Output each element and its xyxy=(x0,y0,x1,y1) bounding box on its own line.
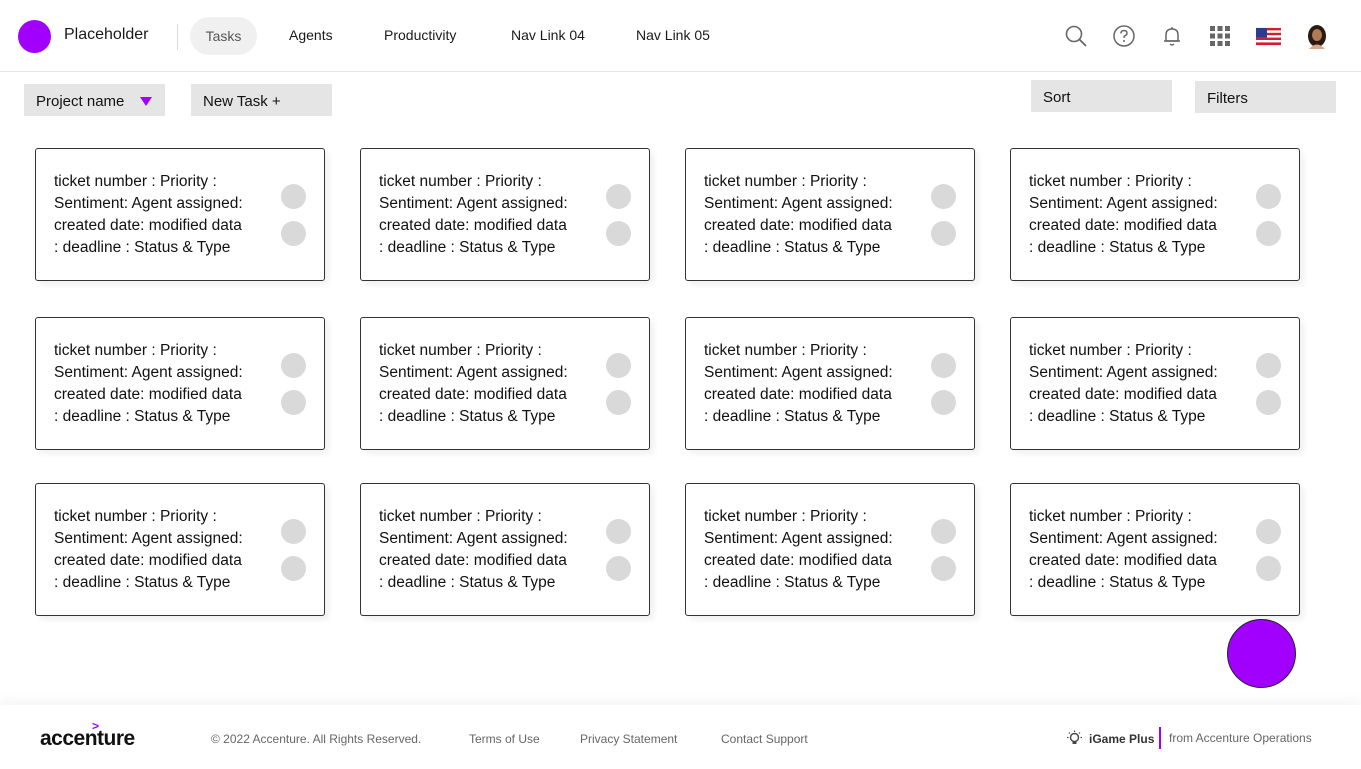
task-card-details: ticket number : Priority : Sentiment: Ag… xyxy=(54,173,243,256)
project-name-label: Project name xyxy=(36,93,125,110)
filters-button[interactable]: Filters xyxy=(1195,81,1336,113)
task-card[interactable]: ticket number : Priority : Sentiment: Ag… xyxy=(685,148,975,281)
task-card-details: ticket number : Priority : Sentiment: Ag… xyxy=(54,508,243,591)
card-action-dot[interactable] xyxy=(1256,556,1281,581)
nav-link-tasks[interactable]: Tasks xyxy=(190,17,257,55)
card-action-dot[interactable] xyxy=(931,221,956,246)
sort-label: Sort xyxy=(1043,89,1071,106)
from-accenture-operations: from Accenture Operations xyxy=(1169,731,1312,745)
nav-link-tasks-label: Tasks xyxy=(205,28,242,44)
card-action-dot[interactable] xyxy=(281,353,306,378)
task-card[interactable]: ticket number : Priority : Sentiment: Ag… xyxy=(360,483,650,616)
top-navigation-bar: Placeholder Tasks Agents Productivity Na… xyxy=(0,0,1361,72)
card-action-dot[interactable] xyxy=(281,390,306,415)
copyright-text: © 2022 Accenture. All Rights Reserved. xyxy=(211,732,422,746)
card-action-dot[interactable] xyxy=(281,519,306,544)
us-flag-icon[interactable] xyxy=(1256,24,1281,48)
sort-button[interactable]: Sort xyxy=(1031,80,1172,112)
task-card[interactable]: ticket number : Priority : Sentiment: Ag… xyxy=(360,148,650,281)
card-action-dot[interactable] xyxy=(606,390,631,415)
card-action-dot[interactable] xyxy=(1256,221,1281,246)
task-card[interactable]: ticket number : Priority : Sentiment: Ag… xyxy=(1010,317,1300,450)
terms-of-use-link[interactable]: Terms of Use xyxy=(469,732,540,746)
task-card[interactable]: ticket number : Priority : Sentiment: Ag… xyxy=(685,317,975,450)
task-card-details: ticket number : Priority : Sentiment: Ag… xyxy=(704,508,893,591)
lightbulb-icon xyxy=(1066,730,1083,752)
card-action-dot[interactable] xyxy=(606,519,631,544)
card-action-dot[interactable] xyxy=(606,221,631,246)
card-action-dot[interactable] xyxy=(931,556,956,581)
nav-link-agents[interactable]: Agents xyxy=(289,27,333,43)
task-card[interactable]: ticket number : Priority : Sentiment: Ag… xyxy=(35,148,325,281)
task-card-details: ticket number : Priority : Sentiment: Ag… xyxy=(1029,342,1218,425)
task-card-details: ticket number : Priority : Sentiment: Ag… xyxy=(379,342,568,425)
card-action-dot[interactable] xyxy=(1256,519,1281,544)
card-action-dot[interactable] xyxy=(1256,390,1281,415)
brand-name: Placeholder xyxy=(64,26,149,43)
new-task-label: New Task + xyxy=(203,93,281,110)
card-action-dot[interactable] xyxy=(931,184,956,209)
new-task-button[interactable]: New Task + xyxy=(191,84,332,116)
footer-divider xyxy=(1159,727,1161,749)
task-card[interactable]: ticket number : Priority : Sentiment: Ag… xyxy=(35,483,325,616)
task-card-details: ticket number : Priority : Sentiment: Ag… xyxy=(379,508,568,591)
search-icon[interactable] xyxy=(1064,24,1088,48)
nav-link-05[interactable]: Nav Link 05 xyxy=(636,27,710,43)
card-action-dot[interactable] xyxy=(931,519,956,544)
task-card[interactable]: ticket number : Priority : Sentiment: Ag… xyxy=(35,317,325,450)
help-icon[interactable] xyxy=(1112,24,1136,48)
floating-action-button[interactable] xyxy=(1227,619,1296,688)
card-action-dot[interactable] xyxy=(1256,353,1281,378)
project-name-dropdown[interactable]: Project name xyxy=(24,84,165,116)
card-action-dot[interactable] xyxy=(606,556,631,581)
card-action-dot[interactable] xyxy=(606,353,631,378)
task-card-details: ticket number : Priority : Sentiment: Ag… xyxy=(54,342,243,425)
task-card-details: ticket number : Priority : Sentiment: Ag… xyxy=(1029,173,1218,256)
page-footer: > accenture © 2022 Accenture. All Rights… xyxy=(0,705,1361,769)
task-card-details: ticket number : Priority : Sentiment: Ag… xyxy=(379,173,568,256)
task-card-details: ticket number : Priority : Sentiment: Ag… xyxy=(1029,508,1218,591)
nav-link-productivity[interactable]: Productivity xyxy=(384,27,456,43)
brand-logo[interactable] xyxy=(18,20,51,53)
card-action-dot[interactable] xyxy=(1256,184,1281,209)
bell-icon[interactable] xyxy=(1160,24,1184,48)
task-card[interactable]: ticket number : Priority : Sentiment: Ag… xyxy=(1010,483,1300,616)
card-action-dot[interactable] xyxy=(606,184,631,209)
card-action-dot[interactable] xyxy=(931,390,956,415)
user-avatar[interactable] xyxy=(1304,23,1330,49)
accenture-logo: accenture xyxy=(40,727,135,750)
task-card-details: ticket number : Priority : Sentiment: Ag… xyxy=(704,342,893,425)
card-action-dot[interactable] xyxy=(281,556,306,581)
card-action-dot[interactable] xyxy=(931,353,956,378)
task-card[interactable]: ticket number : Priority : Sentiment: Ag… xyxy=(1010,148,1300,281)
task-card[interactable]: ticket number : Priority : Sentiment: Ag… xyxy=(360,317,650,450)
filters-label: Filters xyxy=(1207,90,1248,107)
card-action-dot[interactable] xyxy=(281,221,306,246)
privacy-statement-link[interactable]: Privacy Statement xyxy=(580,732,677,746)
task-card[interactable]: ticket number : Priority : Sentiment: Ag… xyxy=(685,483,975,616)
apps-grid-icon[interactable] xyxy=(1208,24,1232,48)
card-action-dot[interactable] xyxy=(281,184,306,209)
igame-plus-label: iGame Plus xyxy=(1089,732,1155,746)
task-card-details: ticket number : Priority : Sentiment: Ag… xyxy=(704,173,893,256)
dropdown-caret-icon xyxy=(140,97,152,106)
nav-link-04[interactable]: Nav Link 04 xyxy=(511,27,585,43)
brand-divider xyxy=(177,24,178,50)
contact-support-link[interactable]: Contact Support xyxy=(721,732,808,746)
